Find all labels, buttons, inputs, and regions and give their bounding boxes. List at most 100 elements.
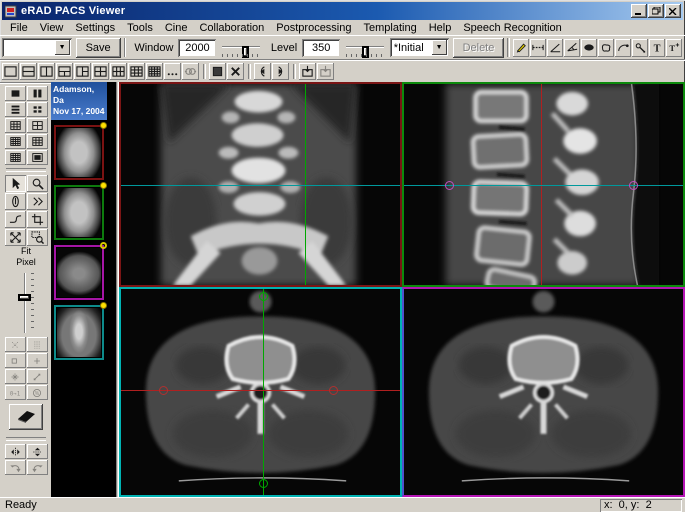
next-series-button[interactable] (272, 63, 289, 80)
magnify-tool[interactable] (27, 175, 48, 192)
patient-header[interactable]: Adamson, Da Nov 17, 2004 (51, 82, 107, 120)
menu-settings[interactable]: Settings (69, 21, 121, 35)
series-layout-fill-button[interactable] (27, 150, 48, 165)
import-study-button[interactable] (299, 63, 316, 80)
separator (293, 64, 296, 79)
menu-postprocessing[interactable]: Postprocessing (270, 21, 357, 35)
layout-1left-2right-button[interactable] (74, 63, 91, 80)
thumbnail-axial[interactable] (54, 245, 104, 300)
series-layout-16b-button[interactable] (5, 150, 26, 165)
previous-series-button[interactable] (254, 63, 271, 80)
series-layout-2col-button[interactable] (27, 86, 48, 101)
layout-2x3-button[interactable] (110, 63, 127, 80)
ellipse-tool[interactable] (581, 39, 597, 57)
zoom-slider-thumb[interactable] (18, 294, 31, 301)
flip-vertical-button[interactable] (27, 444, 48, 459)
series-layout-1-button[interactable] (5, 86, 26, 101)
text-tool[interactable]: T (649, 39, 665, 57)
attach-tool[interactable] (5, 193, 26, 210)
series-layout-9-button[interactable] (5, 118, 26, 133)
series-layout-4-button[interactable] (27, 102, 48, 117)
stop-icon (211, 65, 224, 78)
marker-tool[interactable] (632, 39, 648, 57)
close-series-button[interactable] (227, 63, 244, 80)
menu-file[interactable]: File (4, 21, 34, 35)
panel-divider[interactable] (107, 82, 119, 497)
thumbnail-scout-1[interactable] (54, 125, 104, 180)
chevron-down-icon[interactable]: ▼ (55, 40, 70, 55)
menu-cine[interactable]: Cine (159, 21, 194, 35)
ruler-tool[interactable] (530, 39, 546, 57)
save-button[interactable]: Save (76, 38, 121, 58)
stop-button[interactable] (209, 63, 226, 80)
thumbnail-list (54, 120, 104, 360)
layout-2x2-button[interactable] (92, 63, 109, 80)
pixel-label[interactable]: Pixel (16, 257, 36, 268)
menu-help[interactable]: Help (423, 21, 458, 35)
flip-horizontal-button[interactable] (5, 444, 26, 459)
pointer-tool[interactable] (5, 175, 26, 192)
series-layout-group (5, 86, 48, 165)
menu-view[interactable]: View (34, 21, 70, 35)
series-layout-3row-button[interactable] (5, 102, 26, 117)
adjust-2-button (27, 337, 48, 352)
adjust-3-button (5, 353, 26, 368)
layout-4x4-button[interactable] (146, 63, 163, 80)
chevron-down-icon[interactable]: ▼ (432, 40, 447, 55)
transform-tool-group (5, 444, 48, 475)
cine-scroll-tool[interactable] (27, 193, 48, 210)
pan-tool[interactable] (5, 229, 26, 246)
menu-templating[interactable]: Templating (358, 21, 423, 35)
layout-1x1-button[interactable] (2, 63, 19, 80)
window-level-tool[interactable] (5, 211, 26, 228)
series-layout-16-button[interactable] (5, 134, 26, 149)
series-layout-4b-button[interactable] (27, 118, 48, 133)
viewport-axial-right[interactable] (402, 287, 685, 497)
menu-collaboration[interactable]: Collaboration (193, 21, 270, 35)
curve-tool[interactable] (615, 39, 631, 57)
crop-tool[interactable] (27, 211, 48, 228)
restore-button[interactable] (648, 4, 664, 18)
wl-preset-combo[interactable]: *Initial ▼ (390, 38, 449, 57)
angle-tool[interactable] (547, 39, 563, 57)
level-input[interactable] (302, 39, 340, 57)
annotation-preset-combo[interactable]: ▼ (2, 38, 72, 57)
adjust-6-button (27, 369, 48, 384)
pgrid-4-4-icon (9, 152, 22, 163)
layout-3x3-button[interactable] (128, 63, 145, 80)
pencil-tool[interactable] (513, 39, 529, 57)
layout-custom-button[interactable] (164, 63, 181, 80)
pcols-icon (31, 88, 44, 99)
cobb-angle-tool[interactable] (564, 39, 580, 57)
zoom-slider[interactable] (17, 271, 35, 335)
window-slider[interactable] (220, 39, 261, 57)
layout-2cols-button[interactable] (38, 63, 55, 80)
zoom-region-tool[interactable] (27, 229, 48, 246)
arrow-text-tool[interactable]: T (666, 39, 682, 57)
layout-toolbar (0, 59, 685, 82)
menu-tools[interactable]: Tools (121, 21, 159, 35)
freehand-tool[interactable] (598, 39, 614, 57)
wl-preset-value: *Initial (390, 42, 432, 54)
pgrid-2-2s-icon (31, 104, 44, 115)
thumbnail-scout-2[interactable] (54, 185, 104, 240)
viewport-sagittal[interactable] (402, 82, 685, 287)
series-layout-9b-button[interactable] (27, 134, 48, 149)
ne-t-icon (274, 65, 287, 78)
layout-1top-2bottom-button[interactable] (56, 63, 73, 80)
window-slider-track (222, 46, 259, 48)
menu-speech-recognition[interactable]: Speech Recognition (457, 21, 567, 35)
separator (507, 38, 510, 57)
window-input[interactable] (178, 39, 216, 57)
viewport-axial-left[interactable] (119, 287, 402, 497)
viewport-coronal[interactable] (119, 82, 402, 287)
import-icon (319, 65, 332, 78)
fit-label[interactable]: Fit (21, 246, 31, 257)
eraser-button[interactable] (9, 404, 43, 430)
thumbnail-coronal[interactable] (54, 305, 104, 360)
minimize-button[interactable] (631, 4, 647, 18)
level-slider[interactable] (344, 39, 385, 57)
close-button[interactable] (665, 4, 681, 18)
layout-2rows-button[interactable] (20, 63, 37, 80)
title-bar[interactable]: eRAD PACS Viewer (2, 2, 683, 20)
